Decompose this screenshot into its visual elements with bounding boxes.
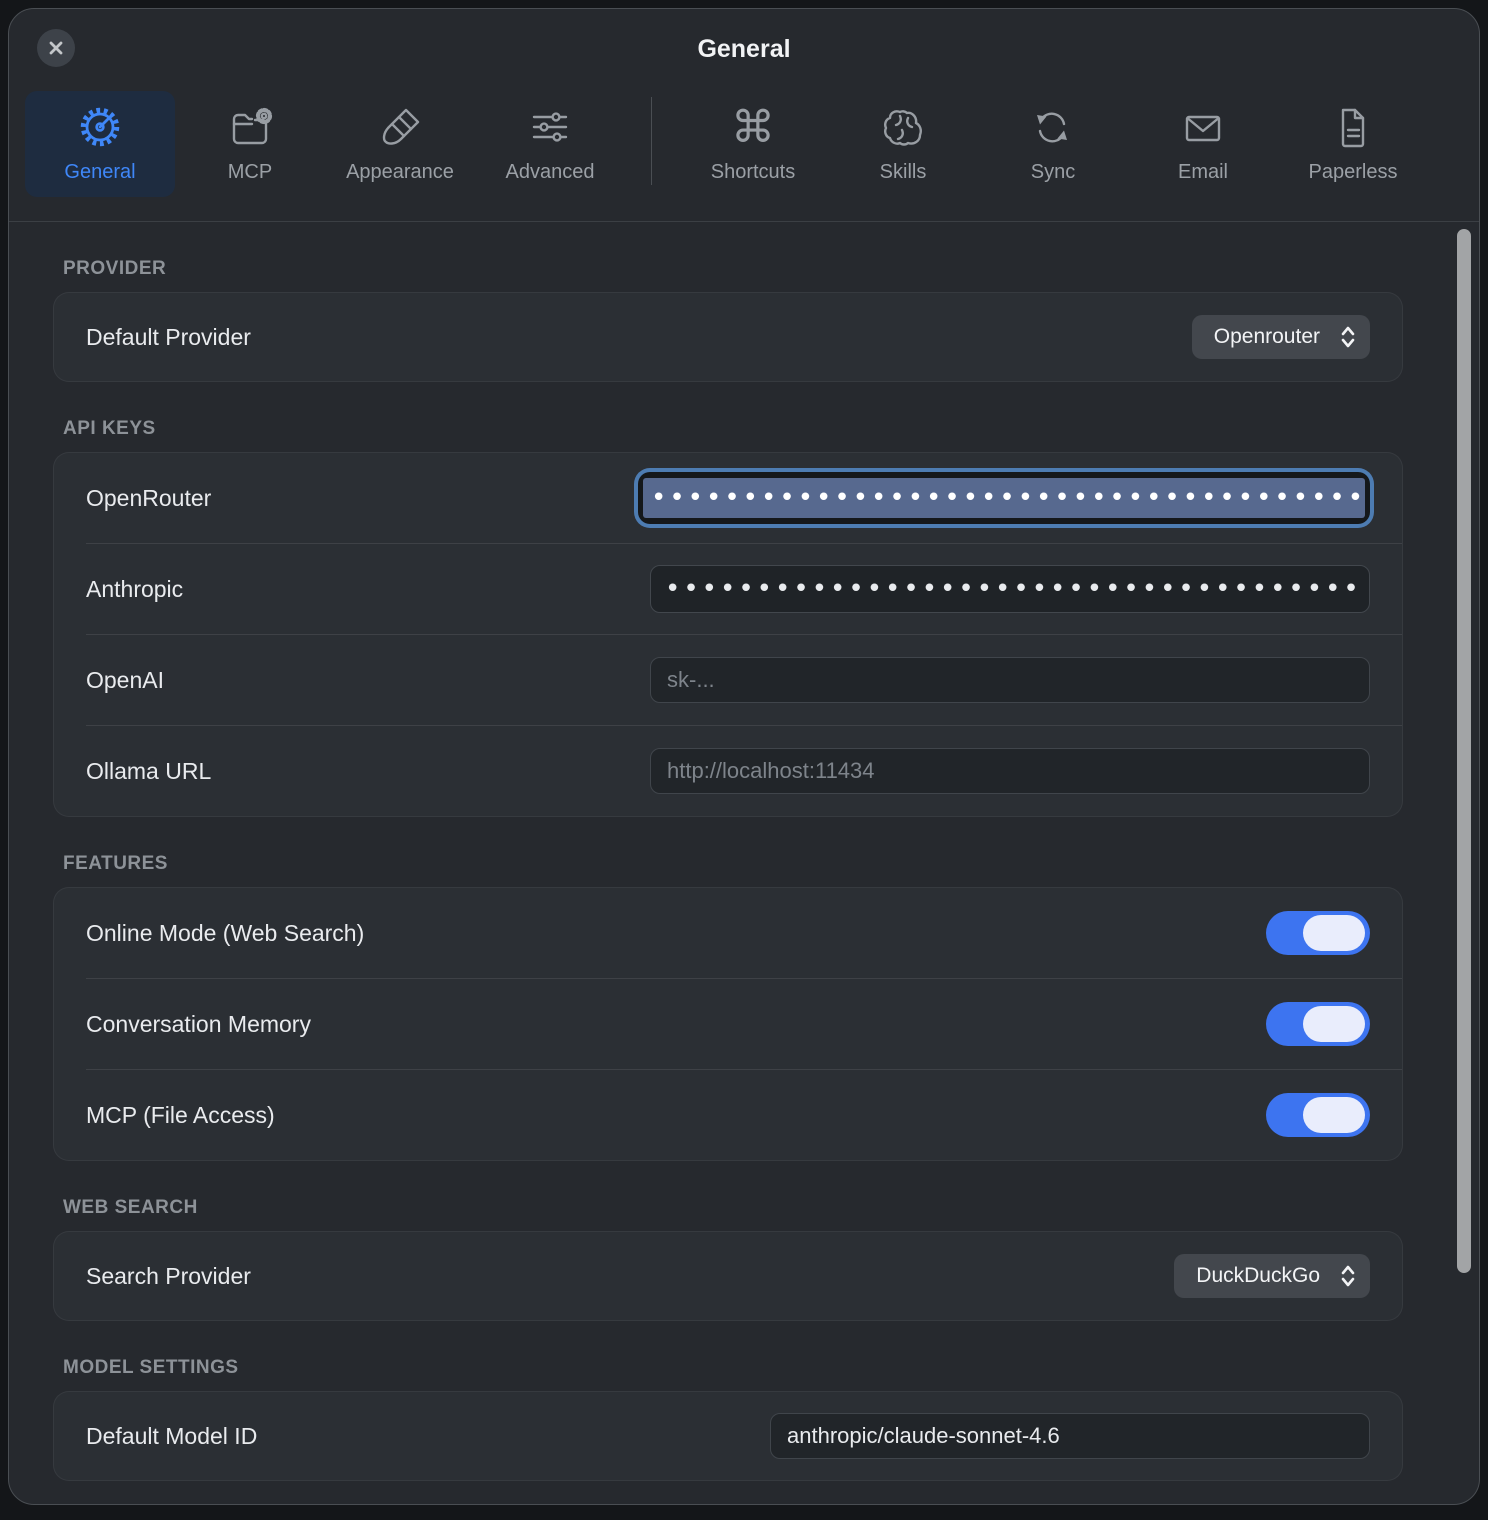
vertical-scrollbar[interactable]: [1457, 229, 1471, 1273]
features-card: Online Mode (Web Search) Conversation Me…: [53, 887, 1403, 1161]
titlebar: General: [9, 9, 1479, 83]
openai-key-input[interactable]: [650, 657, 1370, 703]
tab-appearance[interactable]: Appearance: [325, 91, 475, 197]
web-search-card: Search Provider DuckDuckGo: [53, 1231, 1403, 1321]
default-model-input[interactable]: [770, 1413, 1370, 1459]
ollama-url-label: Ollama URL: [86, 758, 211, 785]
openai-key-label: OpenAI: [86, 667, 164, 694]
folder-gear-icon: [226, 104, 274, 152]
mcp-file-access-label: MCP (File Access): [86, 1102, 275, 1129]
gear-icon: [76, 104, 124, 152]
tab-sync-label: Sync: [1031, 161, 1075, 184]
search-provider-row: Search Provider DuckDuckGo: [54, 1232, 1402, 1320]
mcp-file-access-toggle[interactable]: [1266, 1093, 1370, 1137]
default-provider-row: Default Provider Openrouter: [54, 293, 1402, 381]
anthropic-key-input[interactable]: [650, 565, 1370, 613]
tab-advanced[interactable]: Advanced: [475, 91, 625, 197]
openai-key-row: OpenAI: [54, 635, 1402, 725]
sliders-icon: [526, 104, 574, 152]
toggle-knob: [1303, 915, 1365, 951]
online-mode-row: Online Mode (Web Search): [54, 888, 1402, 978]
page-title: General: [9, 35, 1479, 64]
chevron-up-down-icon: [1340, 325, 1356, 349]
tab-appearance-label: Appearance: [346, 161, 454, 184]
tab-shortcuts[interactable]: ⌘ Shortcuts: [678, 91, 828, 197]
openrouter-key-row: OpenRouter •••••••••••••••••••••••••••••…: [54, 453, 1402, 543]
tab-paperless-label: Paperless: [1309, 161, 1398, 184]
toggle-knob: [1303, 1097, 1365, 1133]
tab-skills-label: Skills: [880, 161, 927, 184]
tab-shortcuts-label: Shortcuts: [711, 161, 795, 184]
default-model-label: Default Model ID: [86, 1423, 257, 1450]
default-provider-value: Openrouter: [1214, 325, 1320, 349]
toolbar-divider: [651, 97, 652, 185]
tab-mcp-label: MCP: [228, 161, 272, 184]
default-model-row: Default Model ID: [54, 1392, 1402, 1480]
provider-card: Default Provider Openrouter: [53, 292, 1403, 382]
api-keys-card: OpenRouter •••••••••••••••••••••••••••••…: [53, 452, 1403, 817]
section-header-provider: PROVIDER: [63, 258, 1403, 280]
tab-mcp[interactable]: MCP: [175, 91, 325, 197]
online-mode-toggle[interactable]: [1266, 911, 1370, 955]
chevron-up-down-icon: [1340, 1264, 1356, 1288]
tab-email-label: Email: [1178, 161, 1228, 184]
section-header-web-search: WEB SEARCH: [63, 1197, 1403, 1219]
anthropic-key-row: Anthropic: [54, 544, 1402, 634]
anthropic-key-label: Anthropic: [86, 576, 183, 603]
model-settings-card: Default Model ID: [53, 1391, 1403, 1481]
section-header-features: FEATURES: [63, 853, 1403, 875]
search-provider-select[interactable]: DuckDuckGo: [1174, 1254, 1370, 1298]
settings-content: PROVIDER Default Provider Openrouter API…: [9, 258, 1479, 1481]
tab-email[interactable]: Email: [1128, 91, 1278, 197]
openrouter-key-input[interactable]: ••••••••••••••••••••••••••••••••••••••••…: [638, 472, 1370, 524]
paintbrush-icon: [376, 104, 424, 152]
window-chrome: General General: [9, 9, 1479, 222]
search-provider-label: Search Provider: [86, 1263, 251, 1290]
mcp-file-access-row: MCP (File Access): [54, 1070, 1402, 1160]
conversation-memory-toggle[interactable]: [1266, 1002, 1370, 1046]
envelope-icon: [1179, 104, 1227, 152]
openrouter-key-selection: ••••••••••••••••••••••••••••••••••••••••…: [643, 478, 1365, 518]
tab-paperless[interactable]: Paperless: [1278, 91, 1428, 197]
section-header-api-keys: API KEYS: [63, 418, 1403, 440]
conversation-memory-row: Conversation Memory: [54, 979, 1402, 1069]
settings-window: General General: [8, 8, 1480, 1505]
toggle-knob: [1303, 1006, 1365, 1042]
conversation-memory-label: Conversation Memory: [86, 1011, 311, 1038]
search-provider-value: DuckDuckGo: [1196, 1264, 1320, 1288]
sync-arrows-icon: [1029, 104, 1077, 152]
tab-advanced-label: Advanced: [506, 161, 595, 184]
tab-general-label: General: [64, 161, 135, 184]
command-icon: ⌘: [729, 104, 777, 152]
openrouter-key-label: OpenRouter: [86, 485, 211, 512]
default-provider-select[interactable]: Openrouter: [1192, 315, 1370, 359]
ollama-url-input[interactable]: [650, 748, 1370, 794]
online-mode-label: Online Mode (Web Search): [86, 920, 364, 947]
document-icon: [1329, 104, 1377, 152]
default-provider-label: Default Provider: [86, 324, 251, 351]
ollama-url-row: Ollama URL: [54, 726, 1402, 816]
section-header-model-settings: MODEL SETTINGS: [63, 1357, 1403, 1379]
tab-general[interactable]: General: [25, 91, 175, 197]
brain-icon: [879, 104, 927, 152]
tab-sync[interactable]: Sync: [978, 91, 1128, 197]
tab-skills[interactable]: Skills: [828, 91, 978, 197]
toolbar: General MCP: [9, 83, 1479, 195]
